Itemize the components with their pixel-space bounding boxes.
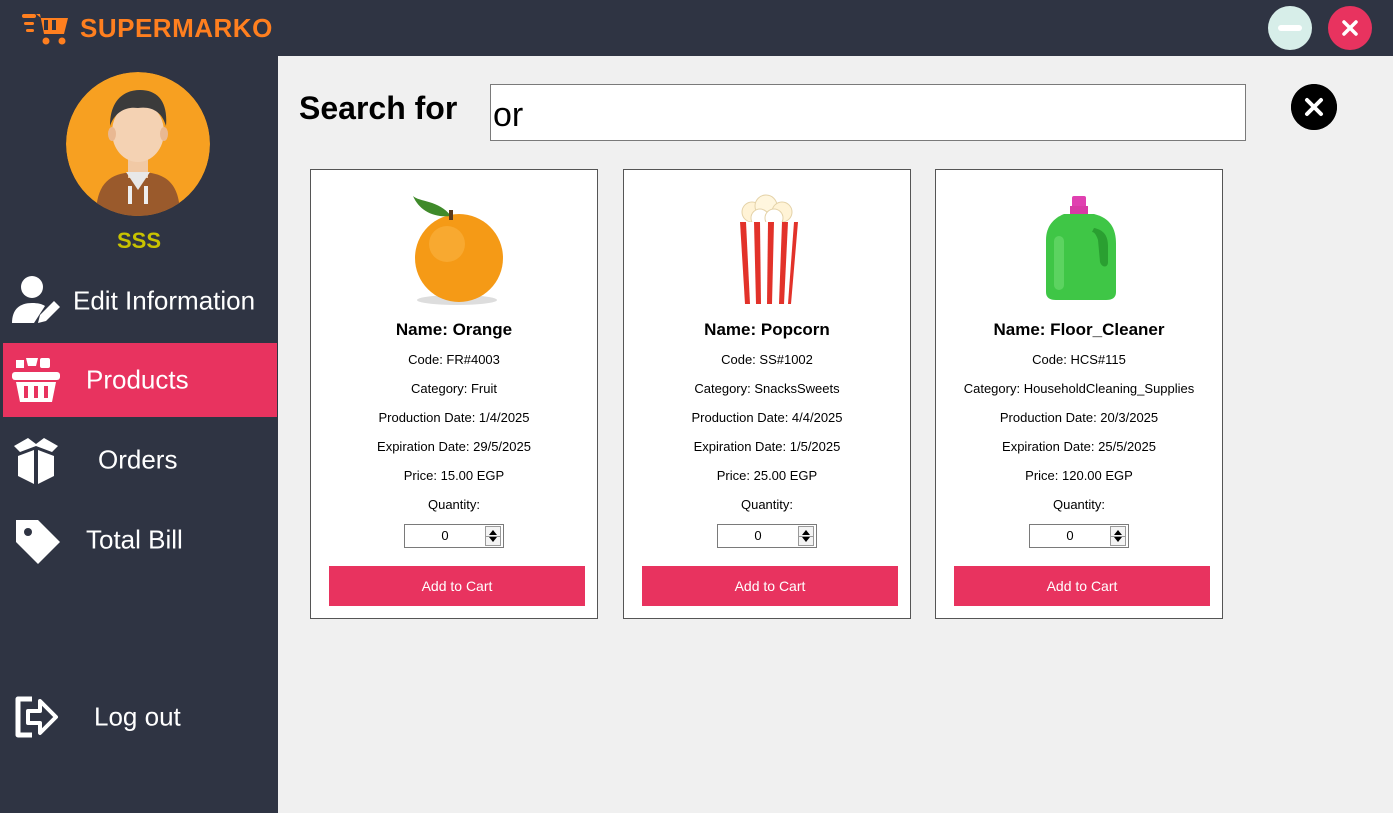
minimize-button[interactable]	[1268, 6, 1312, 50]
add-to-cart-button[interactable]: Add to Cart	[954, 566, 1210, 606]
spin-buttons[interactable]	[1110, 526, 1126, 546]
product-category: Category: Fruit	[411, 381, 497, 396]
product-code: Code: HCS#115	[1032, 352, 1126, 367]
logout-label: Log out	[94, 701, 181, 732]
sidebar-item-label: Products	[86, 364, 189, 395]
logout-icon	[15, 696, 58, 738]
product-code: Code: FR#4003	[408, 352, 500, 367]
product-name: Name: Orange	[395, 320, 513, 339]
product-price: Price: 120.00 EGP	[1025, 468, 1133, 483]
product-production-date: Production Date: 20/3/2025	[999, 410, 1159, 425]
decrement-icon[interactable]	[489, 537, 497, 542]
spin-buttons[interactable]	[798, 526, 814, 546]
logout-button[interactable]: Log out	[3, 680, 277, 754]
quantity-stepper[interactable]: 0	[1029, 524, 1129, 548]
title-bar: SUPERMARKO	[0, 0, 1393, 56]
minimize-icon	[1278, 25, 1302, 31]
user-edit-icon	[12, 276, 60, 323]
product-category: Category: SnacksSweets	[694, 381, 840, 396]
sidebar-item-products[interactable]: Products	[3, 343, 277, 417]
product-card: Name: Popcorn Code: SS#1002 Category: Sn…	[623, 169, 911, 619]
app-title: SUPERMARKO	[80, 13, 273, 43]
sidebar-item-orders[interactable]: Orders	[3, 423, 277, 497]
search-label: Search for	[299, 90, 458, 126]
sidebar-item-edit-information[interactable]: Edit Information	[3, 264, 277, 338]
decrement-icon[interactable]	[802, 537, 810, 542]
username: SSS	[116, 228, 162, 253]
sidebar-item-total-bill[interactable]: Total Bill	[3, 503, 277, 577]
product-production-date: Production Date: 4/4/2025	[691, 410, 843, 425]
add-to-cart-button[interactable]: Add to Cart	[329, 566, 585, 606]
product-expiration-date: Expiration Date: 25/5/2025	[1002, 439, 1156, 454]
basket-icon	[12, 358, 60, 402]
product-name: Name: Floor_Cleaner	[993, 320, 1165, 339]
increment-icon[interactable]	[1114, 530, 1122, 535]
sidebar: SSS Edit Information Products Orders Tot…	[0, 56, 278, 813]
orange-image	[413, 196, 503, 305]
price-tag-icon	[16, 520, 60, 564]
increment-icon[interactable]	[802, 530, 810, 535]
add-to-cart-button[interactable]: Add to Cart	[642, 566, 898, 606]
product-expiration-date: Expiration Date: 1/5/2025	[693, 439, 841, 454]
close-icon	[1342, 20, 1358, 36]
clear-search-icon[interactable]	[1291, 84, 1337, 130]
product-card: Name: Floor_Cleaner Code: HCS#115 Catego…	[935, 169, 1223, 619]
spin-buttons[interactable]	[485, 526, 501, 546]
product-name: Name: Popcorn	[704, 320, 830, 339]
increment-icon[interactable]	[489, 530, 497, 535]
sidebar-item-label: Edit Information	[73, 285, 256, 316]
quantity-value[interactable]: 0	[405, 525, 485, 547]
product-expiration-date: Expiration Date: 29/5/2025	[377, 439, 531, 454]
product-price: Price: 25.00 EGP	[716, 468, 818, 483]
sidebar-item-label: Total Bill	[86, 524, 183, 555]
quantity-value[interactable]: 0	[718, 525, 798, 547]
quantity-stepper[interactable]: 0	[404, 524, 504, 548]
user-avatar	[66, 72, 210, 216]
product-code: Code: SS#1002	[721, 352, 813, 367]
cleaner-bottle-image	[1046, 196, 1116, 300]
quantity-label: Quantity:	[427, 497, 481, 512]
quantity-value[interactable]: 0	[1030, 525, 1110, 547]
sidebar-item-label: Orders	[98, 444, 178, 475]
product-category: Category: HouseholdCleaning_Supplies	[963, 381, 1195, 396]
product-card: Name: Orange Code: FR#4003 Category: Fru…	[310, 169, 598, 619]
decrement-icon[interactable]	[1114, 537, 1122, 542]
quantity-label: Quantity:	[1052, 497, 1106, 512]
search-input[interactable]	[490, 84, 1246, 141]
shopping-cart-icon	[22, 14, 68, 45]
product-price: Price: 15.00 EGP	[403, 468, 505, 483]
popcorn-image	[736, 194, 798, 304]
close-window-button[interactable]	[1328, 6, 1372, 50]
product-production-date: Production Date: 1/4/2025	[378, 410, 530, 425]
box-icon	[14, 438, 58, 484]
quantity-label: Quantity:	[740, 497, 794, 512]
quantity-stepper[interactable]: 0	[717, 524, 817, 548]
